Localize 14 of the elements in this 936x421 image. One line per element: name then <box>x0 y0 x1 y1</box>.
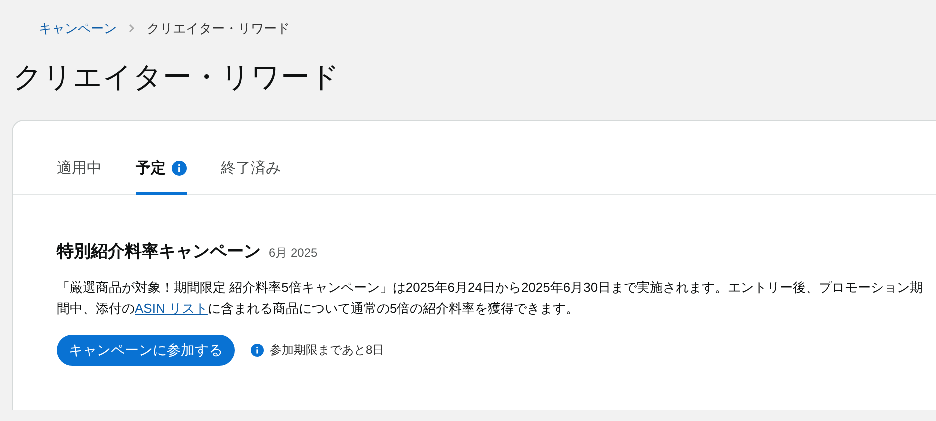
campaign-title: 特別紹介料率キャンペーン <box>57 241 261 263</box>
tab[interactable]: 適用中 <box>57 158 102 195</box>
asin-list-link[interactable]: ASIN リスト <box>135 300 208 316</box>
breadcrumb-link[interactable]: キャンペーン <box>39 19 117 38</box>
info-icon <box>251 344 264 356</box>
campaign-description: 「厳選商品が対象！期間限定 紹介料率5倍キャンペーン」は2025年6月24日から2025年6月30日まで実施されます。エントリー後、プロモーション期間中、添付のASIN リスト に含まれる商品について通常の5倍の紹介料率を獲得できます。 <box>57 278 924 318</box>
page-title: クリエイター・リワード <box>13 64 341 92</box>
deadline-note: 参加期限まであと8日 <box>270 342 385 359</box>
campaign-date: 6月 2025 <box>269 245 318 262</box>
chevron-right-icon <box>129 24 135 34</box>
breadcrumb-current: クリエイター・リワード <box>147 20 290 38</box>
join-campaign-button[interactable]: キャンペーンに参加する <box>57 334 235 366</box>
tab[interactable]: 予定 <box>136 158 187 195</box>
tab[interactable]: 終了済み <box>221 158 281 195</box>
